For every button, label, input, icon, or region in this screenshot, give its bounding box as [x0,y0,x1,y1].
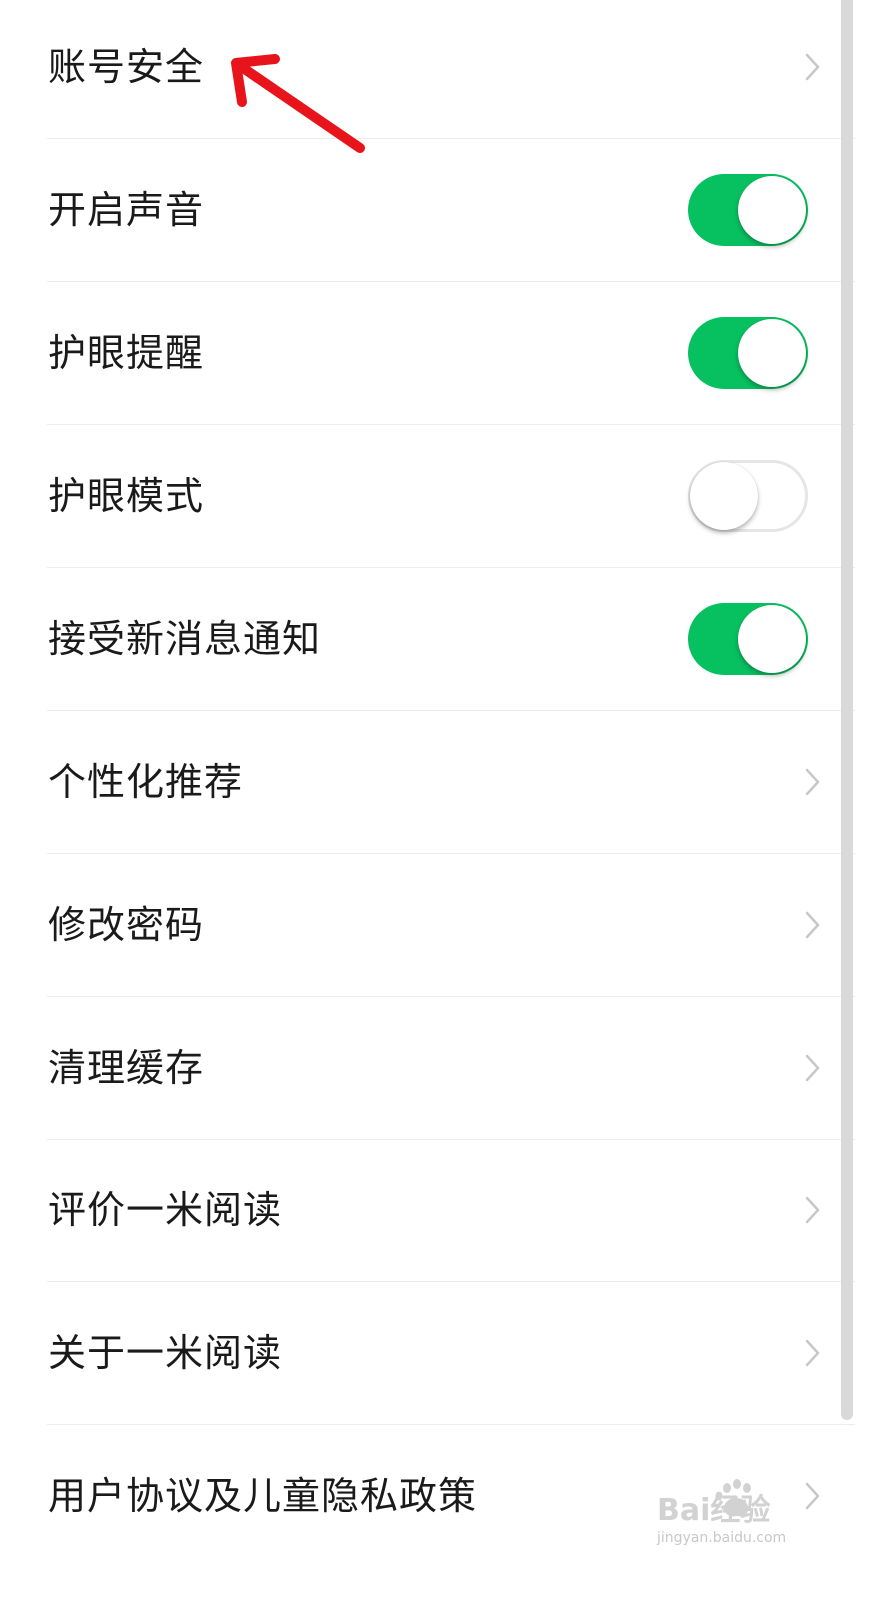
chevron-right-icon [805,1339,820,1367]
toggle-knob [738,319,806,387]
settings-item-label: 用户协议及儿童隐私政策 [48,1474,478,1518]
settings-item-label: 开启声音 [48,188,205,232]
settings-item-sound: 开启声音 [0,139,855,282]
settings-item-new-message-notification: 接受新消息通知 [0,568,855,711]
settings-item-label: 接受新消息通知 [48,617,322,661]
settings-item-eye-care-reminder: 护眼提醒 [0,282,855,425]
settings-item-personalized-recommendation[interactable]: 个性化推荐 [0,711,855,854]
settings-item-account-security[interactable]: 账号安全 [0,0,855,139]
settings-item-label: 评价一米阅读 [48,1188,283,1232]
chevron-right-icon [805,53,820,81]
watermark: Bai经验 jingyan.baidu.com [655,1478,815,1558]
settings-item-change-password[interactable]: 修改密码 [0,854,855,997]
settings-item-label: 护眼模式 [48,474,205,518]
toggle-knob [738,176,806,244]
scrollbar-thumb[interactable] [841,0,853,1420]
settings-item-rate-app[interactable]: 评价一米阅读 [0,1139,855,1282]
chevron-right-icon [805,911,820,939]
settings-item-label: 账号安全 [48,45,205,89]
sound-toggle[interactable] [688,174,808,246]
settings-list: 账号安全 开启声音 护眼提醒 护眼模式 接受新消息通知 个性化推荐 修改密码 清… [0,0,855,1600]
settings-screen: 账号安全 开启声音 护眼提醒 护眼模式 接受新消息通知 个性化推荐 修改密码 清… [0,0,873,1600]
chevron-right-icon [805,768,820,796]
baidu-jingyan-logo: Bai经验 [657,1479,770,1526]
settings-item-label: 清理缓存 [48,1046,205,1090]
watermark-logo-text: Bai经验 [657,1493,770,1526]
new-message-notification-toggle[interactable] [688,603,808,675]
eye-care-mode-toggle[interactable] [688,460,808,532]
settings-item-label: 护眼提醒 [48,331,205,375]
watermark-url: jingyan.baidu.com [657,1530,787,1546]
settings-item-label: 关于一米阅读 [48,1331,283,1375]
toggle-knob [738,605,806,673]
toggle-knob [690,462,758,530]
scrollbar-track [855,0,873,1600]
settings-item-about[interactable]: 关于一米阅读 [0,1282,855,1425]
settings-item-label: 修改密码 [48,903,205,947]
settings-item-label: 个性化推荐 [48,760,244,804]
eye-care-reminder-toggle[interactable] [688,317,808,389]
settings-item-eye-care-mode: 护眼模式 [0,425,855,568]
chevron-right-icon [805,1054,820,1082]
settings-item-clear-cache[interactable]: 清理缓存 [0,997,855,1140]
chevron-right-icon [805,1196,820,1224]
